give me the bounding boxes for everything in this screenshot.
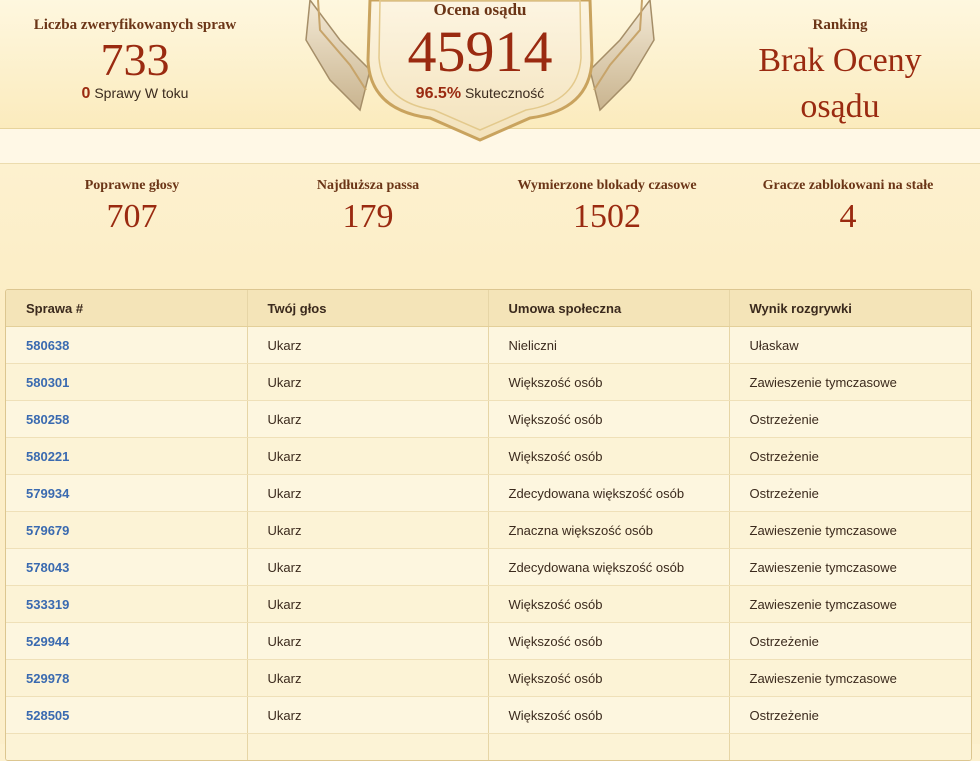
agreement-cell: Większość osób xyxy=(488,586,729,623)
table-row: 579679 Ukarz Znaczna większość osób Zawi… xyxy=(6,512,971,549)
verified-cases-value: 733 xyxy=(30,37,240,83)
in-progress-label: Sprawy W toku xyxy=(94,85,188,101)
agreement-cell: Większość osób xyxy=(488,364,729,401)
permanent-bans-stat: Gracze zablokowani na stałe 4 xyxy=(746,178,950,236)
table-row: 578043 Ukarz Zdecydowana większość osób … xyxy=(6,549,971,586)
table-row: 579934 Ukarz Zdecydowana większość osób … xyxy=(6,475,971,512)
table-row: 533319 Ukarz Większość osób Zawieszenie … xyxy=(6,586,971,623)
result-cell: Zawieszenie tymczasowe xyxy=(729,586,971,623)
vote-cell: Ukarz xyxy=(247,327,488,364)
table-row: 529978 Ukarz Większość osób Zawieszenie … xyxy=(6,660,971,697)
timed-bans-stat: Wymierzone blokady czasowe 1502 xyxy=(507,178,707,236)
case-number-link[interactable] xyxy=(6,734,247,761)
vote-cell: Ukarz xyxy=(247,401,488,438)
agreement-cell: Większość osób xyxy=(488,660,729,697)
result-cell: Zawieszenie tymczasowe xyxy=(729,660,971,697)
correct-votes-value: 707 xyxy=(32,198,232,236)
agreement-cell: Większość osób xyxy=(488,401,729,438)
verified-cases-block: Liczba zweryfikowanych spraw 733 0 Spraw… xyxy=(30,17,240,103)
correct-votes-label: Poprawne głosy xyxy=(32,178,232,194)
agreement-cell xyxy=(488,734,729,761)
in-progress-value: 0 xyxy=(82,85,91,102)
vote-cell: Ukarz xyxy=(247,623,488,660)
cases-table: Sprawa # Twój głos Umowa społeczna Wynik… xyxy=(6,290,971,761)
case-number-link[interactable]: 533319 xyxy=(6,586,247,623)
vote-cell: Ukarz xyxy=(247,438,488,475)
result-cell: Ostrzeżenie xyxy=(729,697,971,734)
judgment-rating-value: 45914 xyxy=(360,22,600,82)
case-number-link[interactable]: 528505 xyxy=(6,697,247,734)
column-header-case: Sprawa # xyxy=(6,290,247,327)
accuracy-value: 96.5% xyxy=(416,85,461,102)
longest-streak-stat: Najdłuższa passa 179 xyxy=(268,178,468,236)
result-cell xyxy=(729,734,971,761)
agreement-cell: Większość osób xyxy=(488,438,729,475)
table-row: 529944 Ukarz Większość osób Ostrzeżenie xyxy=(6,623,971,660)
vote-cell: Ukarz xyxy=(247,364,488,401)
vote-cell: Ukarz xyxy=(247,475,488,512)
case-number-link[interactable]: 529944 xyxy=(6,623,247,660)
table-row: 580258 Ukarz Większość osób Ostrzeżenie xyxy=(6,401,971,438)
result-cell: Zawieszenie tymczasowe xyxy=(729,364,971,401)
case-number-link[interactable]: 580301 xyxy=(6,364,247,401)
result-cell: Zawieszenie tymczasowe xyxy=(729,512,971,549)
case-number-link[interactable]: 580221 xyxy=(6,438,247,475)
result-cell: Ostrzeżenie xyxy=(729,623,971,660)
table-row: 580221 Ukarz Większość osób Ostrzeżenie xyxy=(6,438,971,475)
result-cell: Ostrzeżenie xyxy=(729,438,971,475)
judgment-rating-label: Ocena osądu xyxy=(360,0,600,20)
result-cell: Zawieszenie tymczasowe xyxy=(729,549,971,586)
result-cell: Ostrzeżenie xyxy=(729,401,971,438)
longest-streak-label: Najdłuższa passa xyxy=(268,178,468,194)
agreement-cell: Zdecydowana większość osób xyxy=(488,475,729,512)
vote-cell: Ukarz xyxy=(247,512,488,549)
cases-table-container: Sprawa # Twój głos Umowa społeczna Wynik… xyxy=(5,289,972,761)
judgment-rating-block: Ocena osądu 45914 96.5% Skuteczność xyxy=(360,0,600,103)
verified-cases-label: Liczba zweryfikowanych spraw xyxy=(30,17,240,34)
case-number-link[interactable]: 580258 xyxy=(6,401,247,438)
agreement-cell: Znaczna większość osób xyxy=(488,512,729,549)
accuracy-label: Skuteczność xyxy=(465,85,544,101)
column-header-your-vote: Twój głos xyxy=(247,290,488,327)
vote-cell: Ukarz xyxy=(247,660,488,697)
timed-bans-label: Wymierzone blokady czasowe xyxy=(507,178,707,194)
table-row xyxy=(6,734,971,761)
table-row: 580638 Ukarz Nieliczni Ułaskaw xyxy=(6,327,971,364)
table-row: 528505 Ukarz Większość osób Ostrzeżenie xyxy=(6,697,971,734)
timed-bans-value: 1502 xyxy=(507,198,707,236)
vote-cell xyxy=(247,734,488,761)
ranking-label: Ranking xyxy=(730,17,950,34)
case-number-link[interactable]: 579679 xyxy=(6,512,247,549)
permanent-bans-label: Gracze zablokowani na stałe xyxy=(746,178,950,194)
vote-cell: Ukarz xyxy=(247,586,488,623)
vote-cell: Ukarz xyxy=(247,549,488,586)
case-number-link[interactable]: 580638 xyxy=(6,327,247,364)
agreement-cell: Zdecydowana większość osób xyxy=(488,549,729,586)
longest-streak-value: 179 xyxy=(268,198,468,236)
case-number-link[interactable]: 578043 xyxy=(6,549,247,586)
table-row: 580301 Ukarz Większość osób Zawieszenie … xyxy=(6,364,971,401)
vote-cell: Ukarz xyxy=(247,697,488,734)
case-number-link[interactable]: 579934 xyxy=(6,475,247,512)
column-header-game-result: Wynik rozgrywki xyxy=(729,290,971,327)
column-header-social-agreement: Umowa społeczna xyxy=(488,290,729,327)
ranking-value: Brak Oceny osądu xyxy=(730,38,950,130)
ranking-block: Ranking Brak Oceny osądu xyxy=(730,17,950,130)
result-cell: Ostrzeżenie xyxy=(729,475,971,512)
agreement-cell: Większość osób xyxy=(488,697,729,734)
agreement-cell: Nieliczni xyxy=(488,327,729,364)
in-progress-line: 0 Sprawy W toku xyxy=(30,85,240,103)
permanent-bans-value: 4 xyxy=(746,198,950,236)
accuracy-line: 96.5% Skuteczność xyxy=(360,85,600,103)
agreement-cell: Większość osób xyxy=(488,623,729,660)
table-header-row: Sprawa # Twój głos Umowa społeczna Wynik… xyxy=(6,290,971,327)
correct-votes-stat: Poprawne głosy 707 xyxy=(32,178,232,236)
case-number-link[interactable]: 529978 xyxy=(6,660,247,697)
result-cell: Ułaskaw xyxy=(729,327,971,364)
